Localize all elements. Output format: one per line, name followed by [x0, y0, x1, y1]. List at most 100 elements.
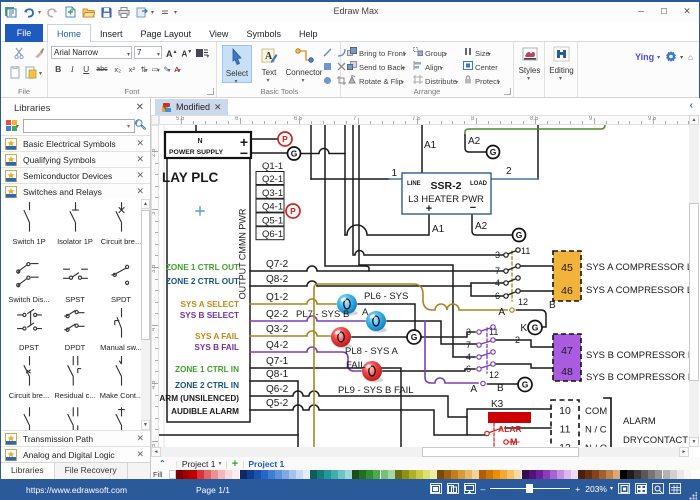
- tab-symbols[interactable]: Symbols: [237, 25, 290, 43]
- tab-file[interactable]: File: [5, 24, 43, 42]
- line-shape-icon[interactable]: [323, 48, 332, 59]
- open-icon[interactable]: [81, 5, 95, 19]
- collapse-ribbon-icon[interactable]: ⌂: [688, 53, 693, 62]
- send-to-back-button[interactable]: Send to Back▾: [347, 61, 405, 72]
- fill-swatch[interactable]: [409, 470, 416, 479]
- scroll-up-icon[interactable]: ▲: [689, 115, 699, 125]
- tab-help[interactable]: Help: [290, 25, 327, 43]
- zoom-level[interactable]: 203%: [585, 484, 607, 494]
- font-name-select[interactable]: Arial Narrow▾: [51, 46, 132, 59]
- horizontal-scrollbar[interactable]: ◄ ►: [151, 447, 689, 457]
- library-close-icon[interactable]: ✕: [136, 138, 144, 149]
- symbol-residual-c-[interactable]: Residual c...: [52, 355, 98, 400]
- fill-swatch[interactable]: [550, 470, 557, 479]
- symbol-circuit-bre-[interactable]: Circuit bre...: [6, 355, 52, 400]
- fill-swatch[interactable]: [373, 470, 380, 479]
- fill-swatch[interactable]: [670, 470, 677, 479]
- sidebar-tab-file-recovery[interactable]: File Recovery: [55, 463, 128, 479]
- zoom-area-icon[interactable]: [652, 483, 664, 494]
- symbol-item[interactable]: [98, 405, 142, 430]
- editing-button[interactable]: Editing ▾: [547, 45, 576, 83]
- bullet-list-button[interactable]: ≔▾: [151, 65, 160, 74]
- library-close-icon[interactable]: ✕: [136, 186, 144, 197]
- distribute-button[interactable]: Distribute▾: [413, 75, 458, 86]
- fill-swatch[interactable]: [557, 470, 564, 479]
- symbol-switch-dis-[interactable]: Switch Dis...: [6, 259, 52, 304]
- fill-swatch[interactable]: [641, 470, 648, 479]
- symbol-item[interactable]: [52, 405, 98, 430]
- library-header-switches-and-relays[interactable]: Switches and Relays✕: [1, 183, 150, 199]
- presentation-icon[interactable]: [464, 483, 476, 494]
- fill-swatch[interactable]: [564, 470, 571, 479]
- zoom-in-button[interactable]: +: [575, 484, 580, 494]
- library-close-icon[interactable]: ✕: [136, 170, 144, 181]
- new-icon[interactable]: [63, 5, 77, 19]
- customize-icon[interactable]: [158, 5, 172, 19]
- fill-swatch[interactable]: [190, 470, 197, 479]
- vscroll-thumb[interactable]: [689, 203, 699, 381]
- account-name[interactable]: Ying: [635, 52, 654, 62]
- collapse-pagebar-icon[interactable]: ⌃: [159, 459, 166, 468]
- fill-swatch[interactable]: [458, 470, 465, 479]
- undo-icon[interactable]: [22, 5, 36, 19]
- page-tab[interactable]: Project 1: [182, 459, 216, 469]
- undo-dropdown[interactable]: ▾: [38, 9, 41, 16]
- symbol-spdt[interactable]: SPDT: [98, 259, 142, 304]
- page-link[interactable]: Project 1: [248, 459, 284, 469]
- fill-swatch[interactable]: [289, 470, 296, 479]
- text-styles-icon[interactable]: ▾: [196, 48, 209, 60]
- library-header-semiconductor-devices[interactable]: Semiconductor Devices✕: [1, 167, 150, 183]
- symbol-dpst[interactable]: DPST: [6, 307, 52, 352]
- fill-swatch[interactable]: [381, 470, 388, 479]
- group-button[interactable]: Group▾: [413, 47, 447, 58]
- library-search-input[interactable]: [23, 119, 135, 133]
- fill-swatch[interactable]: [620, 470, 627, 479]
- select-tool-button[interactable]: Select ▾: [222, 45, 252, 83]
- decrease-font-icon[interactable]: A▼: [181, 49, 192, 59]
- sidebar-scroll-down-icon[interactable]: ▼: [141, 420, 150, 430]
- library-header-transmission-path[interactable]: Transmission Path✕: [1, 430, 150, 446]
- save-icon[interactable]: [99, 5, 113, 19]
- fill-swatch[interactable]: [352, 470, 359, 479]
- fill-swatch[interactable]: [204, 470, 211, 479]
- customize-dropdown[interactable]: ▾: [174, 9, 177, 16]
- fill-swatch[interactable]: [296, 470, 303, 479]
- fill-swatch[interactable]: [268, 470, 275, 479]
- fill-swatch[interactable]: [613, 470, 620, 479]
- bold-button[interactable]: B: [53, 64, 64, 74]
- fill-swatch[interactable]: [648, 470, 655, 479]
- fill-swatch[interactable]: [275, 470, 282, 479]
- collapse-panel-icon[interactable]: ‹: [690, 100, 693, 111]
- fill-swatch[interactable]: [261, 470, 268, 479]
- rotate-flip-button[interactable]: Rotate & Flip▾: [347, 75, 404, 86]
- fill-swatch[interactable]: [536, 470, 543, 479]
- library-header-basic-electrical-symbols[interactable]: Basic Electrical Symbols✕: [1, 135, 150, 151]
- document-tab-close-icon[interactable]: ✕: [214, 102, 222, 113]
- scroll-down-icon[interactable]: ▼: [689, 437, 699, 447]
- fill-swatch[interactable]: [430, 470, 437, 479]
- align-button[interactable]: Align▾: [413, 61, 443, 72]
- library-close-icon[interactable]: ✕: [136, 433, 144, 444]
- fill-swatch[interactable]: [465, 470, 472, 479]
- sidebar-tab-libraries[interactable]: Libraries: [1, 463, 55, 479]
- sidebar-scrollbar[interactable]: ▲ ▼: [141, 199, 150, 430]
- fill-swatch[interactable]: [232, 470, 239, 479]
- fill-swatch[interactable]: [493, 470, 500, 479]
- settings-gear-icon[interactable]: [665, 50, 677, 64]
- fill-swatch[interactable]: [388, 470, 395, 479]
- symbol-dpdt[interactable]: DPDT: [52, 307, 98, 352]
- fill-swatch[interactable]: [444, 470, 451, 479]
- library-close-icon[interactable]: ✕: [136, 449, 144, 460]
- symbol-manual-sw-[interactable]: Manual sw...: [98, 307, 142, 352]
- libraries-panel-close-icon[interactable]: ✕: [136, 102, 144, 113]
- scroll-left-icon[interactable]: ◄: [151, 447, 161, 457]
- normal-view-icon[interactable]: [430, 483, 442, 494]
- symbol-isolator-1p[interactable]: Isolator 1P: [52, 201, 98, 246]
- styles-button[interactable]: Styles ▾: [515, 45, 544, 83]
- fill-swatch[interactable]: [571, 470, 578, 479]
- fill-swatch[interactable]: [677, 470, 684, 479]
- strikethrough-button[interactable]: abc: [95, 66, 109, 73]
- ellipse-shape-icon[interactable]: [323, 76, 332, 87]
- sidebar-scroll-up-icon[interactable]: ▲: [141, 199, 150, 209]
- library-header-analog-and-digital-logic[interactable]: Analog and Digital Logic✕: [1, 446, 150, 462]
